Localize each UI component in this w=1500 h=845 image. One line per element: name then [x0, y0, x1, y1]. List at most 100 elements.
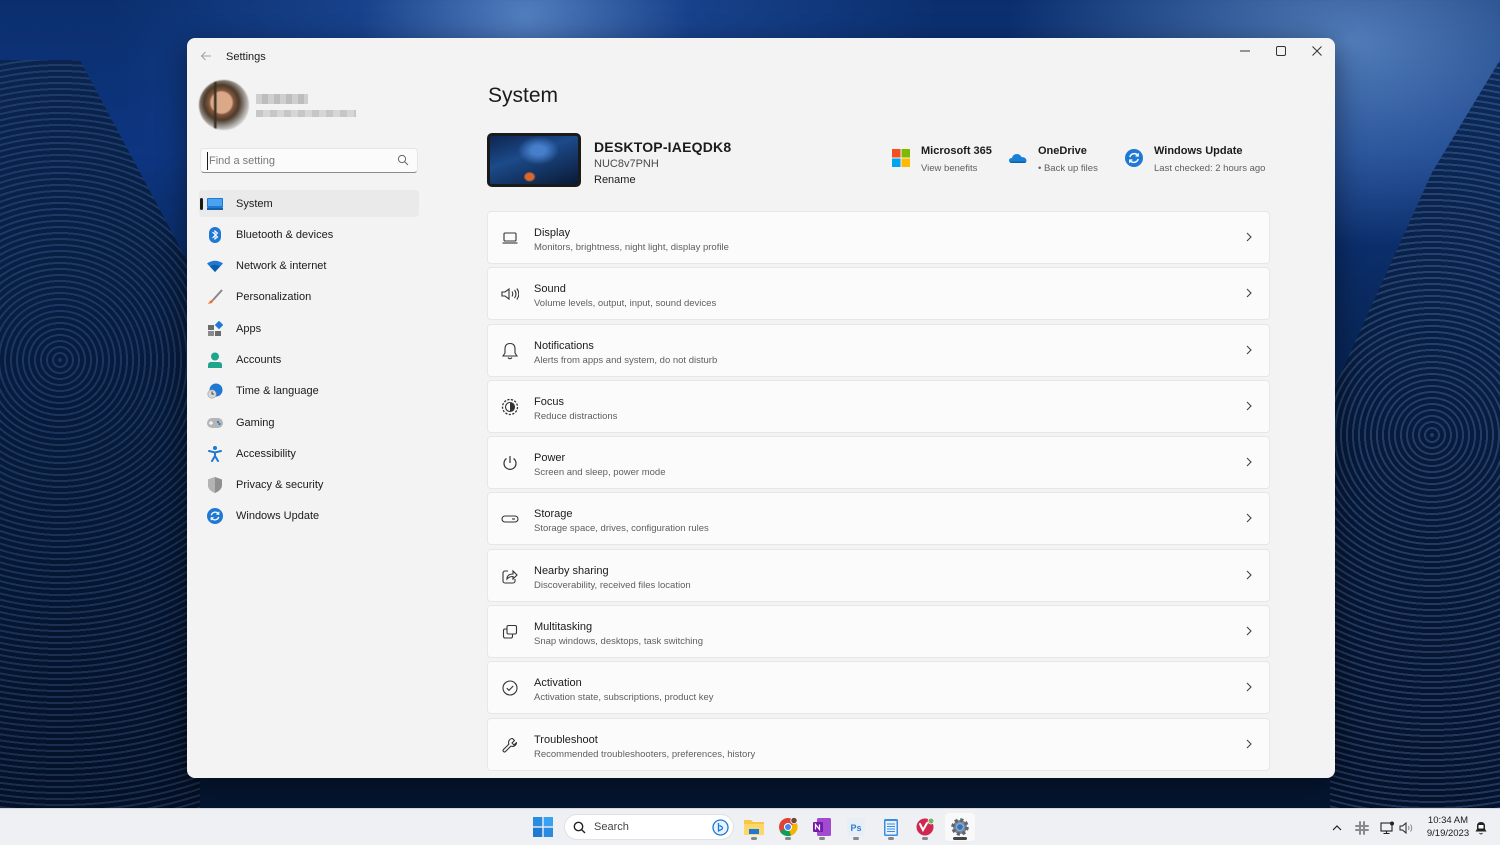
- page-title: System: [488, 84, 559, 107]
- globe-clock-icon: [207, 383, 223, 399]
- minimize-button[interactable]: [1227, 38, 1263, 64]
- card-display[interactable]: Display Monitors, brightness, night ligh…: [487, 211, 1270, 264]
- card-subtitle: Snap windows, desktops, task switching: [534, 636, 703, 648]
- tray-network[interactable]: [1377, 809, 1397, 845]
- sidebar-item-label: System: [236, 197, 273, 210]
- chevron-right-icon: [1245, 400, 1255, 414]
- minimize-icon: [1240, 50, 1250, 52]
- chevron-right-icon: [1245, 681, 1255, 695]
- back-arrow-icon: [200, 51, 211, 61]
- back-button[interactable]: [197, 48, 215, 66]
- settings-card-list: Display Monitors, brightness, night ligh…: [487, 211, 1270, 774]
- bing-icon: [712, 819, 729, 836]
- card-subtitle: Alerts from apps and system, do not dist…: [534, 354, 718, 366]
- card-subtitle: Discoverability, received files location: [534, 579, 691, 591]
- taskbar-vivaldi[interactable]: [910, 813, 940, 841]
- power-icon: [501, 454, 519, 472]
- card-title: Activation: [534, 677, 582, 690]
- card-title: Display: [534, 227, 571, 239]
- sidebar-item-windows-update[interactable]: Windows Update: [199, 503, 419, 530]
- sidebar-item-network[interactable]: Network & internet: [199, 253, 419, 280]
- wifi-icon: [207, 258, 223, 274]
- sidebar-item-apps[interactable]: Apps: [199, 315, 419, 342]
- photoshop-icon: Ps: [847, 818, 865, 836]
- sidebar-item-gaming[interactable]: Gaming: [199, 409, 419, 436]
- vivaldi-icon: [916, 817, 935, 836]
- taskbar-search[interactable]: Search: [564, 814, 734, 840]
- card-focus[interactable]: Focus Reduce distractions: [487, 379, 1270, 433]
- windows-logo-icon: [533, 817, 553, 837]
- taskbar-clock[interactable]: 10:34 AM 9/19/2023: [1422, 814, 1474, 840]
- sidebar-item-label: Apps: [236, 322, 262, 335]
- sidebar-item-label: Accessibility: [236, 447, 296, 460]
- paintbrush-icon: [207, 289, 223, 305]
- sidebar-item-label: Personalization: [236, 291, 312, 304]
- taskbar-onenote[interactable]: [807, 813, 837, 841]
- avatar: [199, 80, 249, 130]
- search-icon: [573, 821, 586, 833]
- maximize-button[interactable]: [1263, 38, 1299, 64]
- taskbar-photoshop[interactable]: Ps: [841, 813, 871, 841]
- svg-text:Ps: Ps: [850, 823, 861, 833]
- notepad-icon: [884, 819, 898, 836]
- card-subtitle: Activation state, subscriptions, product…: [534, 692, 714, 704]
- card-storage[interactable]: Storage Storage space, drives, configura…: [487, 492, 1270, 546]
- rename-link[interactable]: Rename: [594, 174, 636, 186]
- update-icon: [207, 508, 223, 525]
- notification-bell-icon: [1475, 821, 1487, 834]
- running-indicator: [922, 837, 928, 840]
- show-hidden-icons-button[interactable]: [1328, 809, 1346, 845]
- network-ethernet-icon: [1379, 821, 1394, 834]
- card-title: Sound: [534, 283, 566, 296]
- sidebar-item-label: Privacy & security: [236, 479, 324, 492]
- taskbar-notepad[interactable]: [876, 813, 906, 841]
- sidebar-item-bluetooth[interactable]: Bluetooth & devices: [199, 221, 419, 248]
- apps-icon: [207, 320, 223, 337]
- profile-name-blurred: [256, 94, 308, 104]
- card-multitasking[interactable]: Multitasking Snap windows, desktops, tas…: [487, 605, 1270, 659]
- start-button[interactable]: [528, 813, 558, 841]
- chevron-right-icon: [1245, 231, 1255, 245]
- taskbar-settings[interactable]: [945, 813, 975, 841]
- card-notifications[interactable]: Notifications Alerts from apps and syste…: [487, 323, 1270, 377]
- taskbar-file-explorer[interactable]: [739, 813, 769, 841]
- tray-volume[interactable]: [1397, 809, 1415, 845]
- search-setting-box[interactable]: [200, 148, 418, 173]
- shield-icon: [207, 477, 223, 494]
- card-sound[interactable]: Sound Volume levels, output, input, soun…: [487, 267, 1270, 321]
- card-activation[interactable]: Activation Activation state, subscriptio…: [487, 661, 1270, 715]
- card-title: Nearby sharing: [534, 564, 609, 577]
- sidebar-item-accounts[interactable]: Accounts: [199, 346, 419, 373]
- user-profile[interactable]: [199, 80, 439, 132]
- search-input[interactable]: [207, 152, 387, 170]
- storage-drive-icon: [501, 510, 519, 528]
- chevron-right-icon: [1245, 512, 1255, 526]
- tray-slack[interactable]: [1352, 809, 1372, 845]
- taskbar-search-label: Search: [594, 821, 629, 833]
- card-title: Multitasking: [534, 621, 593, 634]
- speaker-icon: [501, 285, 519, 303]
- taskbar-chrome[interactable]: [773, 813, 803, 841]
- card-subtitle: Screen and sleep, power mode: [534, 467, 666, 479]
- speaker-icon: [1399, 821, 1412, 834]
- chevron-right-icon: [1245, 456, 1255, 470]
- sidebar-item-personalization[interactable]: Personalization: [199, 284, 419, 311]
- close-button[interactable]: [1299, 38, 1335, 64]
- quick-link-subtitle: • Back up files: [1038, 163, 1098, 174]
- title-bar[interactable]: Settings: [187, 38, 1335, 76]
- card-subtitle: Storage space, drives, configuration rul…: [534, 523, 709, 535]
- card-troubleshoot[interactable]: Troubleshoot Recommended troubleshooters…: [487, 717, 1270, 771]
- close-icon: [1312, 46, 1322, 56]
- sidebar-item-privacy-security[interactable]: Privacy & security: [199, 472, 419, 499]
- chevron-up-icon: [1332, 824, 1342, 830]
- sidebar-item-accessibility[interactable]: Accessibility: [199, 440, 419, 467]
- card-nearby-sharing[interactable]: Nearby sharing Discoverability, received…: [487, 548, 1270, 602]
- sidebar-item-system[interactable]: System: [199, 190, 419, 217]
- card-power[interactable]: Power Screen and sleep, power mode: [487, 436, 1270, 490]
- running-indicator: [953, 837, 967, 840]
- wrench-icon: [501, 736, 519, 754]
- notification-center-button[interactable]: [1472, 809, 1490, 845]
- bell-icon: [501, 342, 519, 360]
- sidebar-item-time-language[interactable]: Time & language: [199, 378, 419, 405]
- quick-link-subtitle: View benefits: [921, 163, 978, 174]
